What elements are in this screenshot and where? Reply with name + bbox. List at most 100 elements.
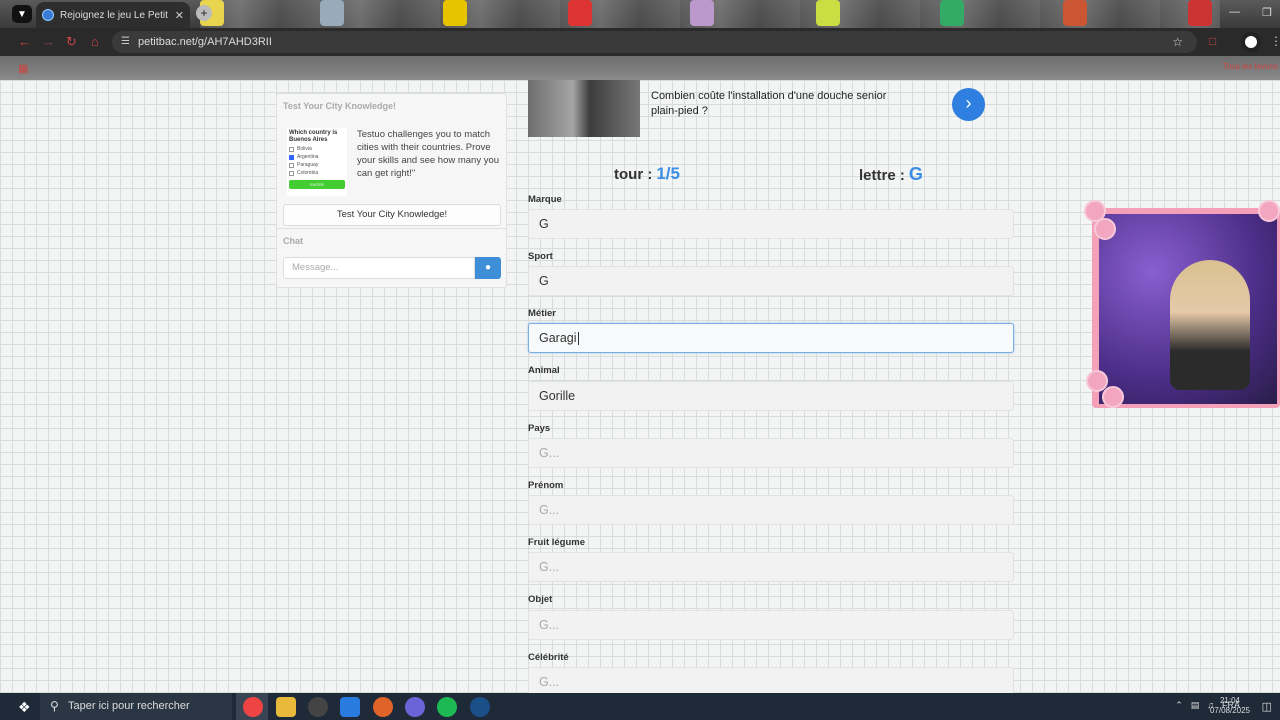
checkbox-checked-icon — [289, 154, 294, 160]
speech-bubble-icon: ● — [484, 262, 492, 273]
field-label-objet: Objet — [528, 594, 553, 605]
field-fruit-legume[interactable]: G... — [528, 552, 1014, 582]
quiz-thumbnail[interactable]: Which country is Buenos Aires Bolivia Ar… — [287, 128, 347, 196]
browser-tab-bar: ▼ Rejoignez le jeu Le Petit Bac ✕ + — ❐ — [0, 0, 1280, 28]
reload-icon[interactable]: ↻ — [66, 34, 77, 50]
menu-kebab-icon[interactable]: ⋮ — [1270, 34, 1280, 48]
field-celebrite[interactable]: G... — [528, 667, 1014, 693]
all-bookmarks-link[interactable]: Tous les favoris — [1223, 62, 1278, 71]
webcam-overlay — [1082, 200, 1280, 410]
tab-search-button[interactable]: ▼ — [12, 5, 32, 23]
tab-title: Rejoignez le jeu Le Petit Bac — [60, 9, 169, 21]
window-controls: — ❐ — [1229, 6, 1272, 19]
flower-decoration — [1102, 386, 1124, 408]
file-explorer-icon[interactable] — [276, 697, 296, 717]
test-city-knowledge-button[interactable]: Test Your City Knowledge! — [283, 204, 501, 226]
quiz-option: Bolivia — [289, 146, 345, 152]
field-label-sport: Sport — [528, 251, 553, 262]
page-content: Test Your City Knowledge! Which country … — [0, 80, 1280, 693]
chat-panel: Chat Message... ● — [276, 228, 507, 288]
letter-indicator: lettre :G — [859, 164, 923, 185]
quiz-thumbnail-button: ENTER — [289, 180, 345, 189]
checkbox-icon — [289, 146, 294, 152]
address-toolbar: ← → ↻ ⌂ ☰ petitbac.net/g/AH7AHD3RII ☆ □ … — [0, 28, 1280, 56]
url-bar[interactable]: ☰ petitbac.net/g/AH7AHD3RII ☆ — [112, 31, 1197, 53]
round-indicator: tour :1/5 — [614, 164, 680, 184]
spotify-icon[interactable] — [437, 697, 457, 717]
chrome-icon[interactable] — [243, 697, 263, 717]
back-icon[interactable]: ← — [18, 34, 31, 49]
url-text: petitbac.net/g/AH7AHD3RII — [138, 36, 272, 48]
checkbox-icon — [289, 162, 294, 168]
field-label-pays: Pays — [528, 423, 551, 434]
checkbox-icon — [289, 170, 294, 176]
theme-logo — [320, 0, 344, 26]
field-pays[interactable]: G... — [528, 438, 1014, 468]
close-tab-icon[interactable]: ✕ — [175, 9, 184, 22]
letter-value: G — [908, 164, 923, 184]
discord-icon[interactable] — [405, 697, 425, 717]
windows-taskbar: ❖ ⚲ Taper ici pour rechercher ⌃ ▤ ♫ FRA … — [0, 693, 1280, 720]
steam-icon[interactable] — [470, 697, 490, 717]
chat-send-button[interactable]: ● — [475, 257, 501, 279]
site-favicon-icon — [42, 9, 54, 21]
taskbar-search[interactable]: ⚲ Taper ici pour rechercher — [40, 693, 232, 720]
theme-logo — [568, 0, 592, 26]
text-cursor — [577, 332, 579, 346]
ad-next-button[interactable]: › — [952, 88, 985, 121]
apps-grid-icon[interactable]: ▦ — [18, 62, 28, 75]
quiz-option: Argentina — [289, 154, 345, 160]
bookmark-star-icon[interactable]: ☆ — [1172, 31, 1183, 53]
field-sport[interactable]: G — [528, 266, 1014, 296]
chevron-right-icon: › — [965, 93, 972, 113]
field-prenom[interactable]: G... — [528, 495, 1014, 525]
chevron-up-icon[interactable]: ⌃ — [1175, 700, 1183, 711]
quiz-thumbnail-question: Which country is Buenos Aires — [289, 130, 338, 143]
quiz-option: Colombia — [289, 170, 345, 176]
field-animal[interactable]: Gorille — [528, 381, 1014, 411]
round-value: 1/5 — [656, 164, 680, 183]
minimize-icon[interactable]: — — [1229, 6, 1240, 19]
field-label-metier: Métier — [528, 308, 556, 319]
app-icon[interactable] — [340, 697, 360, 717]
theme-logo — [816, 0, 840, 26]
maximize-icon[interactable]: ❐ — [1262, 6, 1272, 19]
clock-time: 21:04 — [1219, 696, 1240, 705]
network-icon[interactable]: ▤ — [1191, 700, 1200, 711]
search-icon: ⚲ — [50, 699, 59, 713]
letter-label: lettre : — [859, 167, 905, 184]
field-marque[interactable]: G — [528, 209, 1014, 239]
chat-message-input[interactable]: Message... — [283, 257, 475, 279]
site-info-icon[interactable]: ☰ — [121, 31, 130, 53]
theme-logo — [1063, 0, 1087, 26]
forward-icon[interactable]: → — [42, 34, 55, 49]
windows-start-icon[interactable]: ❖ — [18, 699, 31, 716]
field-label-marque: Marque — [528, 194, 562, 205]
field-label-fruit-legume: Fruit légume — [528, 537, 586, 548]
extension-icon[interactable]: □ — [1209, 34, 1216, 48]
quiz-option: Paraguay — [289, 162, 345, 168]
taskbar-clock[interactable]: 21:04 07/08/2025 — [1210, 696, 1250, 716]
chat-title: Chat — [283, 236, 303, 246]
quiz-widget: Test Your City Knowledge! Which country … — [276, 93, 507, 233]
field-objet[interactable]: G... — [528, 610, 1014, 640]
obs-icon[interactable] — [308, 697, 328, 717]
tab-active[interactable]: Rejoignez le jeu Le Petit Bac ✕ — [36, 2, 190, 28]
home-icon[interactable]: ⌂ — [91, 34, 99, 49]
app-icon[interactable] — [373, 697, 393, 717]
profile-avatar[interactable] — [1241, 32, 1261, 52]
flower-decoration — [1258, 200, 1280, 222]
ad-image[interactable] — [528, 80, 640, 137]
field-label-animal: Animal — [528, 365, 560, 376]
quiz-description: Testuo challenges you to match cities wi… — [357, 129, 500, 179]
clock-date: 07/08/2025 — [1209, 706, 1250, 715]
theme-logo — [443, 0, 467, 26]
notification-icon[interactable]: ◫ — [1262, 700, 1272, 713]
field-label-prenom: Prénom — [528, 480, 564, 491]
theme-logo — [1188, 0, 1212, 26]
round-label: tour : — [614, 166, 653, 183]
new-tab-button[interactable]: + — [196, 5, 212, 21]
field-label-celebrite: Célébrité — [528, 652, 569, 663]
ad-text[interactable]: Combien coûte l'installation d'une douch… — [651, 89, 916, 119]
field-metier[interactable]: Garagi — [528, 323, 1014, 353]
